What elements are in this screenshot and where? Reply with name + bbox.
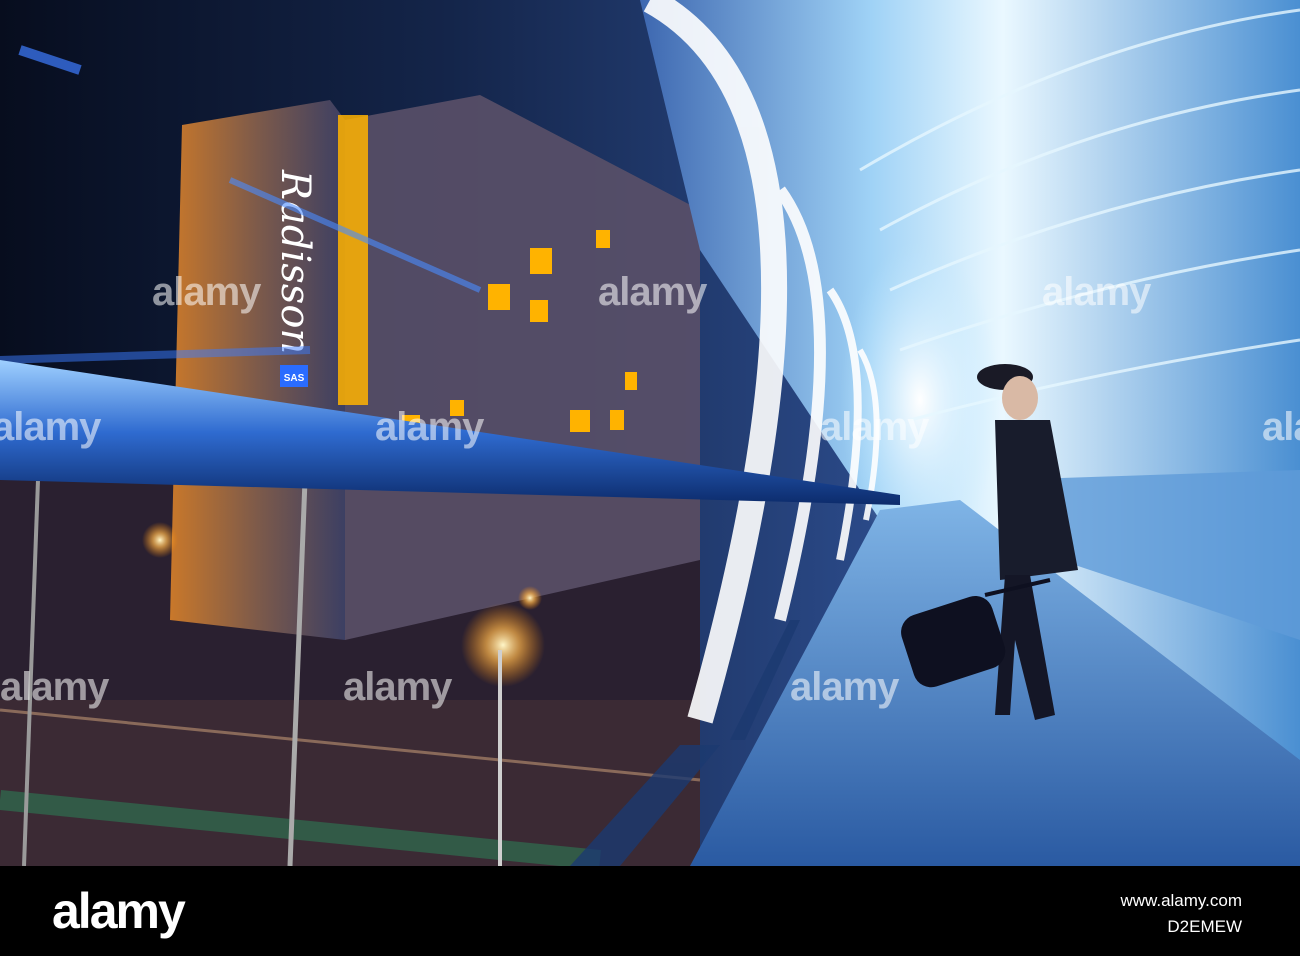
street-light bbox=[461, 603, 545, 687]
watermark: alamy bbox=[343, 665, 452, 709]
image-meta: www.alamy.com D2EMEW bbox=[1120, 888, 1242, 940]
watermark: alamy bbox=[375, 405, 484, 449]
image-id: D2EMEW bbox=[1167, 917, 1242, 936]
footer-bar: alamy www.alamy.com D2EMEW bbox=[0, 866, 1300, 956]
hotel-sign: Radisson bbox=[272, 169, 318, 354]
alamy-logo: alamy bbox=[52, 883, 186, 939]
watermark: alamy bbox=[152, 270, 261, 314]
hotel-logo: SAS bbox=[284, 373, 305, 384]
watermark: alamy bbox=[0, 405, 101, 449]
watermark: alamy bbox=[1042, 270, 1151, 314]
watermark: alamy bbox=[790, 665, 899, 709]
photo-scene: SAS Radisson bbox=[0, 0, 1300, 866]
watermark: alamy bbox=[820, 405, 929, 449]
watermark: alamy bbox=[0, 665, 109, 709]
stock-photo: SAS Radisson alamy alamy alamy alamy ala… bbox=[0, 0, 1300, 866]
watermark: alamy bbox=[1262, 405, 1300, 449]
site-url[interactable]: www.alamy.com bbox=[1120, 888, 1242, 914]
watermark: alamy bbox=[598, 270, 707, 314]
